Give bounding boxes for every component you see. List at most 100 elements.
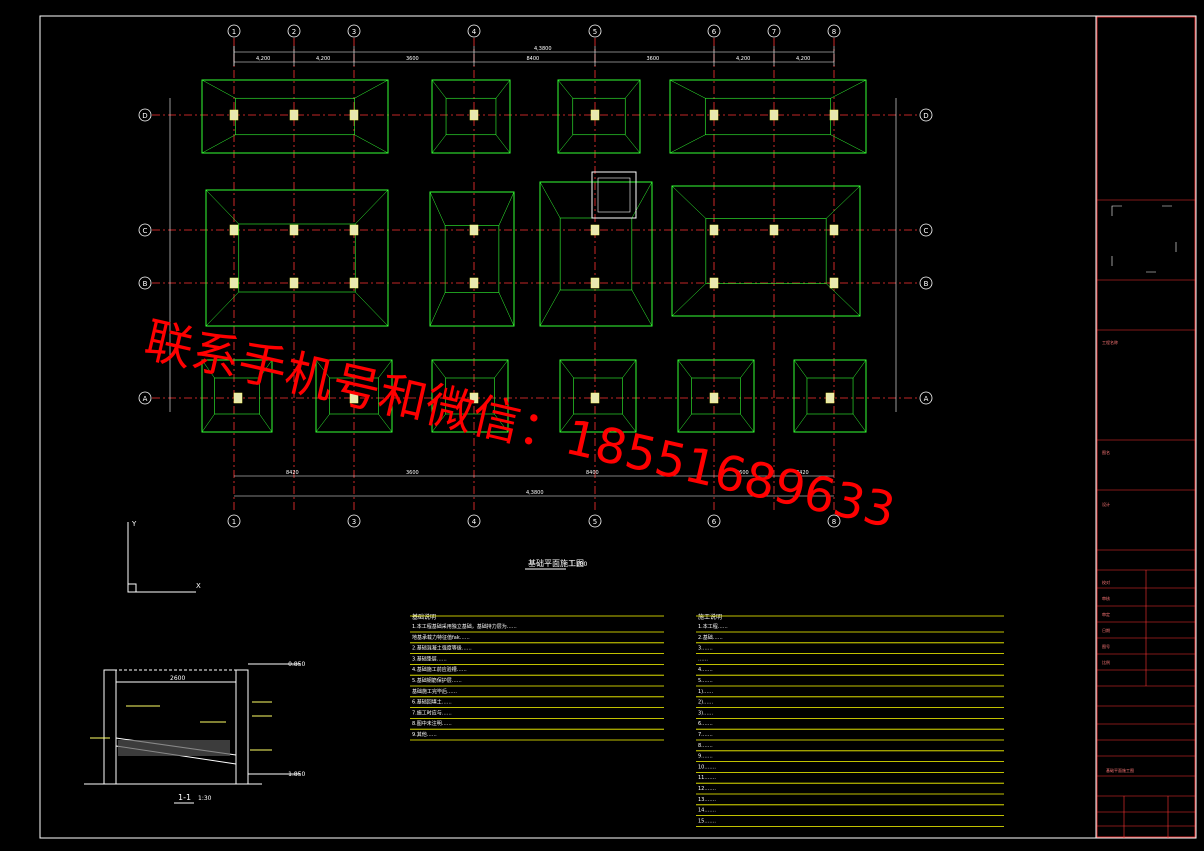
watermark-text: 联系手机号和微信：18551689633	[139, 312, 900, 539]
notes-line-text: 7.……	[698, 732, 713, 738]
column	[469, 277, 479, 289]
dim-text-overall-bottom: 4,3800	[526, 490, 544, 496]
footing-slope-line	[669, 134, 706, 154]
grid-bubble-right-label: B	[924, 280, 929, 288]
section-title: 1-1	[178, 793, 191, 802]
notes-line-text: 1.本工程基础采用独立基础，基础持力层为……	[412, 623, 517, 630]
notes-line-text: 14.……	[698, 808, 716, 814]
footing-slope-line	[539, 181, 561, 219]
column	[229, 224, 239, 236]
notes-line-text: 7.施工时应与……	[412, 709, 452, 716]
grid-bubble-top-label: 6	[712, 28, 717, 36]
notes-line-text: 3.……	[698, 646, 713, 652]
column	[829, 224, 839, 236]
titleblock-cell: 日期	[1102, 627, 1110, 633]
footing-slope-line	[825, 185, 861, 219]
notes-left-heading: 基础说明	[412, 613, 436, 621]
column	[289, 277, 299, 289]
column	[590, 109, 600, 121]
column	[709, 224, 719, 236]
grid-bubble-top-label: 2	[292, 28, 296, 36]
footing-slope-line	[671, 283, 707, 317]
footing-slope-line	[495, 134, 511, 154]
footing-slope-line	[495, 79, 511, 99]
ucs-axis-icon: Y X	[127, 520, 201, 593]
pit-outline	[591, 171, 637, 219]
titleblock-cell: 校对	[1102, 579, 1110, 585]
grid-bubble-bottom-label: 1	[232, 518, 236, 526]
grid-bubble-left-label: C	[143, 227, 148, 235]
notes-right: 施工说明 1.本工程…… 2.基础…… 3.…… …… 4.…… 5.…… 1)…… 2…	[696, 613, 1004, 827]
notes-line-text: 10.……	[698, 764, 716, 770]
notes-left: 基础说明 1.本工程基础采用独立基础，基础持力层为…… 地基承载力特征值fak……	[410, 613, 664, 741]
notes-line-text: 8.图中未注明……	[412, 720, 452, 727]
notes-line-text: 3.基础垫层……	[412, 655, 447, 662]
footing-slope-line	[429, 191, 446, 226]
dim-text-top: 4,200	[316, 56, 330, 62]
titleblock-cell: 图号	[1102, 643, 1110, 649]
grid-bubble-left-label: B	[143, 280, 148, 288]
notes-line-text: 4.基础施工前应验槽……	[412, 666, 467, 673]
footing-slope-line	[559, 359, 574, 379]
grid-bubble-top-label: 8	[832, 28, 836, 36]
footing-outline	[429, 191, 515, 327]
footing-slope-line	[557, 79, 573, 99]
footing-slope-line	[259, 413, 273, 433]
footing-pedestal	[704, 97, 832, 136]
section-dim: 2600	[170, 675, 185, 682]
grid-bubble-bottom-label: 6	[712, 518, 717, 526]
footing-slope-line	[431, 359, 446, 379]
column	[349, 109, 359, 121]
grid-bubble-right-label: D	[923, 112, 928, 120]
footing-slope-line	[671, 185, 707, 219]
footing-slope-line	[494, 359, 509, 379]
notes-line-text: 8.……	[698, 743, 713, 749]
footing-slope-line	[852, 413, 867, 433]
titleblock-cell: 工程名称	[1102, 339, 1118, 345]
axis-x-label: X	[196, 582, 201, 590]
pit-inner	[597, 177, 631, 213]
dim-text-top: 4,200	[736, 56, 750, 62]
footing-slope-line	[625, 134, 641, 154]
notes-line-text: 3)……	[698, 710, 713, 716]
notes-line-text: 6.基础回填土……	[412, 699, 452, 706]
notes-line-text: 11.……	[698, 775, 716, 781]
footing-slope-line	[793, 359, 808, 379]
footing-slope-line	[205, 291, 239, 327]
notes-line-text: 2)……	[698, 700, 713, 706]
column	[590, 392, 600, 404]
notes-line-text: 4.……	[698, 667, 713, 673]
dim-text-top: 4,200	[796, 56, 810, 62]
titleblock-cell: 审定	[1102, 611, 1110, 617]
column	[769, 109, 779, 121]
notes-line-text: 15.……	[698, 818, 716, 824]
footing-slope-line	[354, 134, 389, 154]
notes-line-text: 2.基础……	[698, 634, 723, 641]
dim-text-top: 4,200	[256, 56, 270, 62]
footing-slope-line	[201, 413, 215, 433]
footing-slope-line	[355, 189, 389, 225]
notes-line-text: 13.……	[698, 797, 716, 803]
footing-slope-line	[431, 134, 447, 154]
column	[469, 109, 479, 121]
footing-slope-line	[852, 359, 867, 379]
footing-outline	[671, 185, 861, 317]
footing-slope-line	[205, 189, 239, 225]
footing-outline	[205, 189, 389, 327]
notes-line-text: ……	[698, 656, 708, 662]
dim-text-overall-top: 4,3800	[534, 46, 552, 52]
notes-line-text: 5.基础钢筋保护层……	[412, 677, 462, 684]
titleblock-cell: 审核	[1102, 595, 1110, 601]
column	[229, 109, 239, 121]
column	[709, 109, 719, 121]
dim-text-bottom: 8420	[286, 470, 299, 476]
footing-slope-line	[315, 413, 330, 433]
footing-slope-line	[631, 181, 653, 219]
section-1-1: 2600 -0.850 -1.850 1-1 1:30	[84, 661, 306, 804]
footing-slope-line	[622, 359, 637, 379]
footing-slope-line	[355, 291, 389, 327]
footing-slope-line	[201, 134, 236, 154]
grid-bubble-top-label: 3	[352, 28, 356, 36]
grid-bubble-bottom-label: 5	[593, 518, 597, 526]
column	[709, 277, 719, 289]
